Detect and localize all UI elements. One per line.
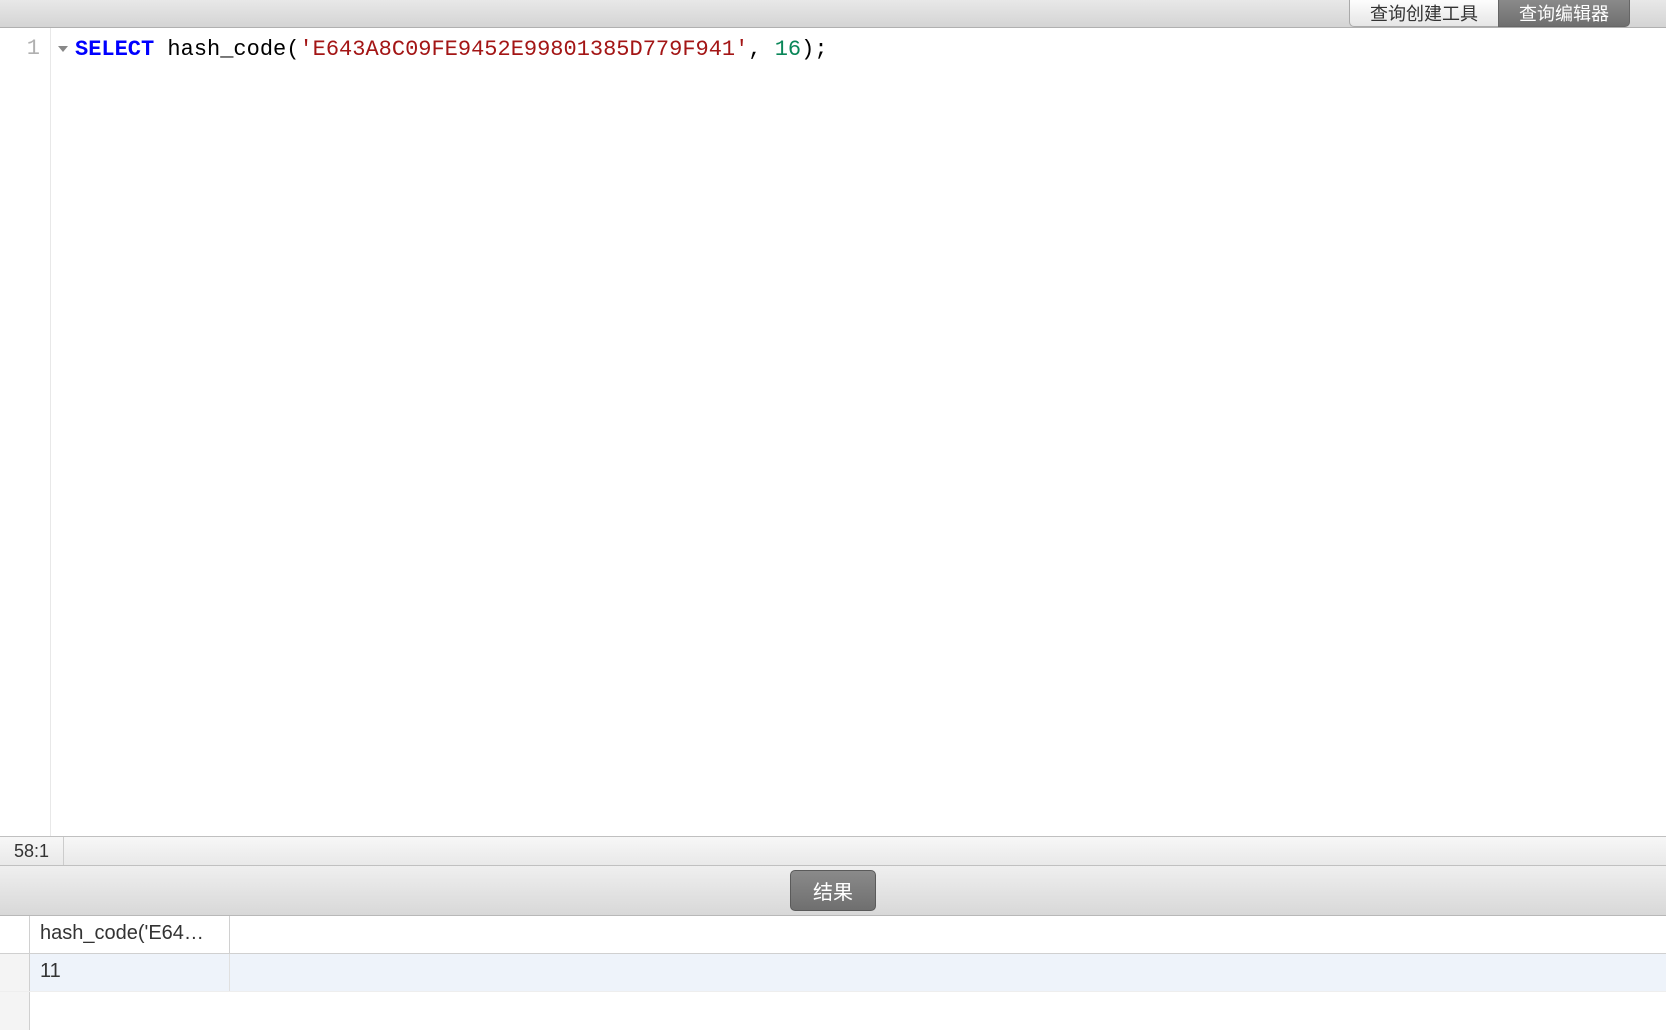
- code-container: SELECT hash_code('E643A8C09FE9452E998013…: [50, 28, 1666, 836]
- result-row-blank: [0, 992, 1666, 1030]
- sql-comma: ,: [748, 37, 774, 62]
- fold-marker-icon[interactable]: [58, 46, 68, 52]
- cursor-position: 58:1: [0, 837, 64, 865]
- result-header-row: hash_code('E64…: [0, 916, 1666, 954]
- sql-editor[interactable]: 1 SELECT hash_code('E643A8C09FE9452E9980…: [0, 28, 1666, 836]
- tab-query-editor[interactable]: 查询编辑器: [1498, 0, 1630, 27]
- line-number-gutter: 1: [0, 28, 50, 836]
- row-handle-blank: [0, 992, 30, 1030]
- top-toolbar: 查询创建工具 查询编辑器: [0, 0, 1666, 28]
- code-content[interactable]: SELECT hash_code('E643A8C09FE9452E998013…: [75, 28, 1666, 836]
- sql-function: hash_code: [167, 37, 286, 62]
- row-handle-header: [0, 916, 30, 953]
- line-number: 1: [0, 36, 40, 61]
- tab-query-builder[interactable]: 查询创建工具: [1349, 0, 1498, 27]
- sql-close: );: [801, 37, 827, 62]
- editor-status-bar: 58:1: [0, 836, 1666, 866]
- row-handle[interactable]: [0, 954, 30, 991]
- toolbar-tab-group: 查询创建工具 查询编辑器: [1349, 0, 1630, 27]
- sql-keyword: SELECT: [75, 37, 154, 62]
- sql-number: 16: [775, 37, 801, 62]
- result-cell[interactable]: 11: [30, 954, 230, 991]
- result-row[interactable]: 11: [0, 954, 1666, 992]
- fold-gutter: [51, 28, 75, 836]
- sql-string: 'E643A8C09FE9452E99801385D779F941': [299, 37, 748, 62]
- result-tab-bar: 结果: [0, 866, 1666, 916]
- result-tab[interactable]: 结果: [790, 870, 876, 911]
- result-grid: hash_code('E64… 11: [0, 916, 1666, 1030]
- sql-open-paren: (: [286, 37, 299, 62]
- result-column-header[interactable]: hash_code('E64…: [30, 916, 230, 953]
